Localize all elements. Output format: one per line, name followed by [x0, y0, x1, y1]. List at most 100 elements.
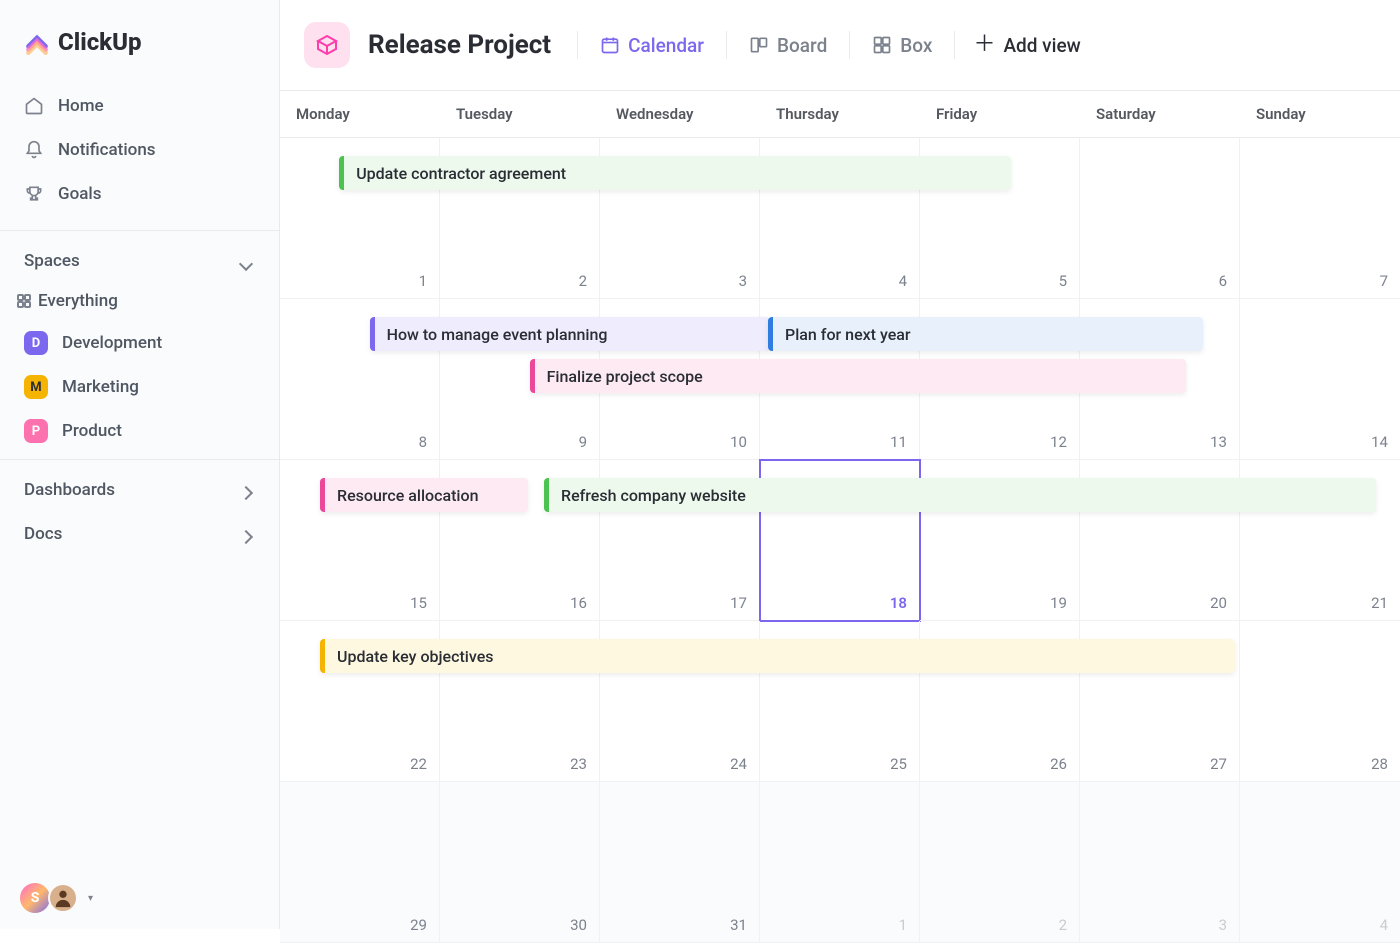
day-cell[interactable]: 7	[1240, 138, 1400, 299]
nav-home[interactable]: Home	[0, 84, 279, 128]
day-number: 18	[890, 594, 907, 612]
day-number: 24	[730, 755, 747, 773]
day-number: 30	[570, 916, 587, 934]
day-number: 3	[1219, 916, 1227, 934]
day-cell[interactable]: 2	[920, 782, 1080, 943]
day-number: 15	[410, 594, 427, 612]
day-number: 17	[730, 594, 747, 612]
plus-icon: ＋	[973, 34, 995, 56]
day-cell[interactable]: 14	[1240, 299, 1400, 460]
day-number: 8	[419, 433, 427, 451]
view-box[interactable]: Box	[868, 30, 936, 61]
day-number: 28	[1371, 755, 1388, 773]
day-number: 16	[570, 594, 587, 612]
logo[interactable]: ClickUp	[0, 28, 279, 76]
chevron-right-icon	[241, 527, 255, 541]
event-title: How to manage event planning	[375, 325, 620, 344]
day-number: 3	[739, 272, 747, 290]
avatar: S	[20, 883, 50, 913]
bell-icon	[24, 140, 44, 160]
nav-goals-label: Goals	[58, 184, 101, 204]
event-title: Resource allocation	[325, 486, 490, 505]
day-number: 13	[1210, 433, 1227, 451]
sidebar-footer[interactable]: S ▾	[0, 867, 279, 929]
weekday-header: Wednesday	[600, 91, 760, 137]
sidebar-space-marketing[interactable]: MMarketing	[0, 365, 279, 409]
logo-text: ClickUp	[58, 28, 142, 56]
main: Release Project Calendar Board Box ＋ Add…	[280, 0, 1400, 929]
day-cell[interactable]: 4	[1240, 782, 1400, 943]
day-number: 21	[1371, 594, 1388, 612]
weekday-header: Sunday	[1240, 91, 1400, 137]
day-number: 27	[1210, 755, 1227, 773]
sidebar-everything-label: Everything	[38, 291, 118, 311]
dashboards-header[interactable]: Dashboards	[0, 466, 279, 510]
day-cell[interactable]: 28	[1240, 621, 1400, 782]
day-number: 6	[1219, 272, 1227, 290]
weekday-header: Friday	[920, 91, 1080, 137]
day-number: 31	[730, 916, 747, 934]
topbar: Release Project Calendar Board Box ＋ Add…	[280, 0, 1400, 91]
project-title: Release Project	[368, 30, 551, 60]
box-icon	[872, 35, 892, 55]
trophy-icon	[24, 184, 44, 204]
space-badge: M	[24, 375, 48, 399]
view-board-label: Board	[777, 34, 827, 57]
weekday-header: Monday	[280, 91, 440, 137]
space-badge: D	[24, 331, 48, 355]
day-cell[interactable]: 29	[280, 782, 440, 943]
nav-goals[interactable]: Goals	[0, 172, 279, 216]
day-number: 25	[890, 755, 907, 773]
spaces-header[interactable]: Spaces	[0, 237, 279, 281]
event-title: Plan for next year	[773, 325, 923, 344]
day-cell[interactable]: 31	[600, 782, 760, 943]
calendar-event[interactable]: Plan for next year	[768, 317, 1203, 351]
day-number: 11	[890, 433, 907, 451]
event-title: Finalize project scope	[535, 367, 715, 386]
day-number: 9	[579, 433, 587, 451]
sidebar: ClickUp Home Notifications Goals Spaces …	[0, 0, 280, 929]
caret-down-icon: ▾	[88, 893, 93, 904]
calendar: MondayTuesdayWednesdayThursdayFridaySatu…	[280, 91, 1400, 943]
weekday-header: Tuesday	[440, 91, 600, 137]
calendar-event[interactable]: How to manage event planning	[370, 317, 770, 351]
day-number: 4	[899, 272, 907, 290]
day-cell[interactable]: 30	[440, 782, 600, 943]
day-number: 29	[410, 916, 427, 934]
sidebar-everything[interactable]: Everything	[0, 281, 279, 321]
chevron-right-icon	[241, 483, 255, 497]
chevron-down-icon	[241, 254, 255, 268]
calendar-event[interactable]: Update key objectives	[320, 639, 1235, 673]
day-number: 2	[1059, 916, 1067, 934]
weekday-header: Thursday	[760, 91, 920, 137]
sidebar-space-development[interactable]: DDevelopment	[0, 321, 279, 365]
view-board[interactable]: Board	[745, 30, 831, 61]
calendar-icon	[600, 35, 620, 55]
day-cell[interactable]: 6	[1080, 138, 1240, 299]
calendar-event[interactable]: Resource allocation	[320, 478, 528, 512]
add-view-button[interactable]: ＋ Add view	[973, 34, 1080, 57]
day-number: 5	[1059, 272, 1067, 290]
docs-header[interactable]: Docs	[0, 510, 279, 554]
calendar-event[interactable]: Finalize project scope	[530, 359, 1186, 393]
day-number: 2	[579, 272, 587, 290]
project-icon	[304, 22, 350, 68]
view-calendar[interactable]: Calendar	[596, 30, 708, 61]
day-number: 12	[1050, 433, 1067, 451]
calendar-event[interactable]: Update contractor agreement	[339, 156, 1011, 190]
add-view-label: Add view	[1003, 34, 1080, 57]
day-number: 26	[1050, 755, 1067, 773]
day-cell[interactable]: 3	[1080, 782, 1240, 943]
avatar	[48, 883, 78, 913]
calendar-event[interactable]: Refresh company website	[544, 478, 1376, 512]
home-icon	[24, 96, 44, 116]
spaces-header-label: Spaces	[24, 251, 80, 271]
day-cell[interactable]: 1	[760, 782, 920, 943]
day-number: 20	[1210, 594, 1227, 612]
sidebar-space-product[interactable]: PProduct	[0, 409, 279, 453]
space-badge: P	[24, 419, 48, 443]
nav-home-label: Home	[58, 96, 104, 116]
day-number: 4	[1380, 916, 1388, 934]
nav-notifications-label: Notifications	[58, 140, 156, 160]
nav-notifications[interactable]: Notifications	[0, 128, 279, 172]
